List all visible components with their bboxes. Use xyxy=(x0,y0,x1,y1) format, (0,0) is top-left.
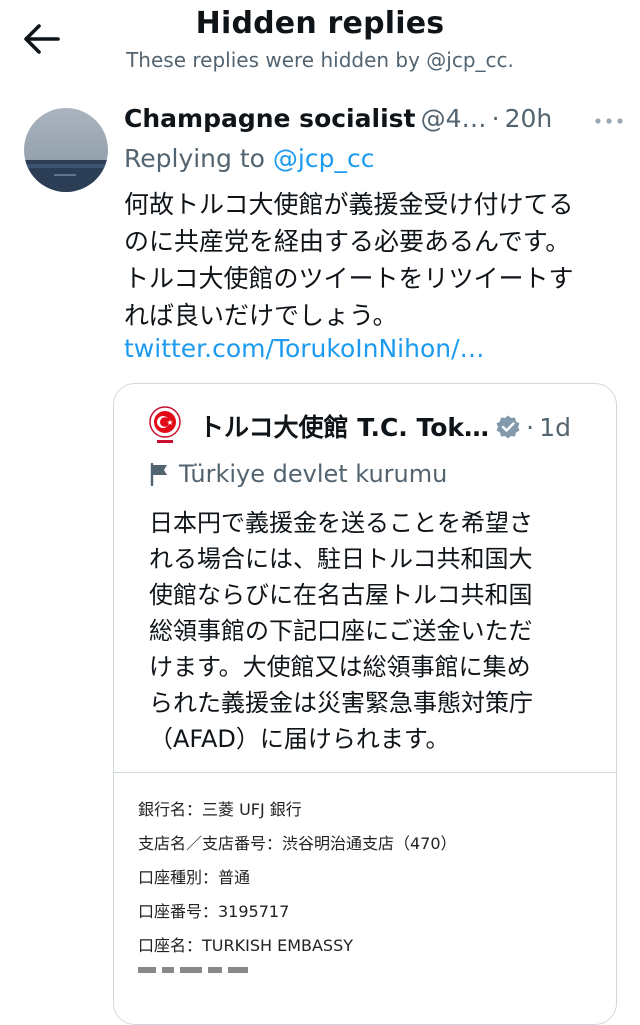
tweet-header: Champagne socialist @4… · 20h xyxy=(124,104,624,140)
replying-to: Replying to @jcp_cc xyxy=(124,144,374,173)
quoted-tweet-time[interactable]: 1d xyxy=(539,413,571,442)
bank-detail-line: 口座種別：普通 xyxy=(138,868,251,887)
embassy-emblem-icon xyxy=(149,406,181,443)
avatar-image xyxy=(24,108,108,192)
cropped-text-fragment xyxy=(138,967,268,975)
page-subtitle: These replies were hidden by @jcp_cc. xyxy=(126,48,514,72)
tweet-text: 何故トルコ大使館が義援金受け付けてる のに共産党を経由する必要あるんです。 トル… xyxy=(124,186,624,334)
replying-to-mention[interactable]: @jcp_cc xyxy=(273,144,375,173)
quoted-separator-dot: · xyxy=(526,413,535,442)
tweet-text-line: のに共産党を経由する必要あるんです。 xyxy=(124,227,571,256)
tweet-text-line: トルコ大使館のツイートをリツイートす xyxy=(124,264,574,293)
replying-to-prefix: Replying to xyxy=(124,144,273,173)
bank-details: 銀行名：三菱 UFJ 銀行 支店名／支店番号：渋谷明治通支店（470） 口座種別… xyxy=(138,793,457,963)
bank-detail-line: 口座名：TURKISH EMBASSY xyxy=(138,936,354,955)
tweet-link[interactable]: twitter.com/TorukoInNihon/… xyxy=(124,334,485,363)
quoted-text-line: られた義援金は災害緊急事態対策庁 xyxy=(149,689,533,717)
quoted-tweet[interactable]: トルコ大使館 T.C. Tok… · 1d Türkiye devlet kur… xyxy=(113,383,617,1025)
display-name[interactable]: Champagne socialist xyxy=(124,104,415,133)
quoted-text-line: 使館ならびに在名古屋トルコ共和国 xyxy=(149,581,533,609)
header: Hidden replies These replies were hidden… xyxy=(0,0,640,84)
quoted-tweet-header: トルコ大使館 T.C. Tok… · 1d xyxy=(199,408,571,444)
quoted-text-line: れる場合には、駐日トルコ共和国大 xyxy=(149,545,533,573)
avatar[interactable] xyxy=(24,108,108,192)
bank-detail-line: 銀行名：三菱 UFJ 銀行 xyxy=(138,800,302,819)
quoted-text-line: 日本円で義援金を送ることを希望さ xyxy=(149,509,533,537)
quoted-tweet-text: 日本円で義援金を送ることを希望さ れる場合には、駐日トルコ共和国大 使館ならびに… xyxy=(149,505,589,757)
government-label-text: Türkiye devlet kurumu xyxy=(179,460,448,488)
quoted-text-line: 総領事館の下記口座にご送金いただ xyxy=(149,617,533,645)
user-handle[interactable]: @4… xyxy=(421,104,487,133)
quoted-text-line: （AFAD）に届けられます。 xyxy=(149,725,450,753)
tweet-text-line: れば良いだけでしょう。 xyxy=(124,301,398,330)
page-title: Hidden replies xyxy=(195,6,445,41)
government-label[interactable]: Türkiye devlet kurumu xyxy=(149,460,447,488)
quoted-display-name[interactable]: トルコ大使館 T.C. Tok… xyxy=(199,413,489,442)
flag-icon xyxy=(150,462,167,486)
quoted-tweet-image[interactable]: 銀行名：三菱 UFJ 銀行 支店名／支店番号：渋谷明治通支店（470） 口座種別… xyxy=(114,772,616,1024)
more-dots-icon[interactable] xyxy=(594,116,624,126)
separator-dot: · xyxy=(491,104,500,133)
verified-badge-icon xyxy=(496,415,520,439)
tweet-text-line: 何故トルコ大使館が義援金受け付けてる xyxy=(124,190,574,219)
tweet-time[interactable]: 20h xyxy=(505,104,553,133)
quoted-text-line: けます。大使館又は総領事館に集め xyxy=(149,653,531,681)
bank-detail-line: 口座番号：3195717 xyxy=(138,902,290,921)
bank-detail-line: 支店名／支店番号：渋谷明治通支店（470） xyxy=(138,834,457,853)
